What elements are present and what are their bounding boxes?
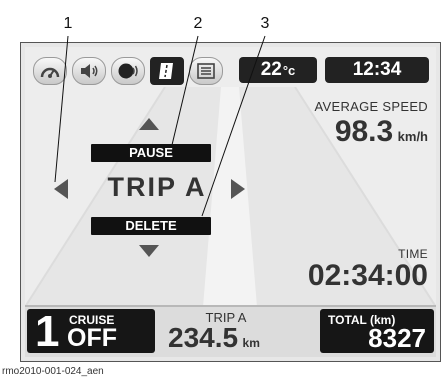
pause-button[interactable]: PAUSE [91,144,211,162]
gear-indicator: 1 [35,307,60,356]
average-speed-unit: km/h [397,129,428,144]
display-screen: 22 °c 12:34 AVERAGE SPEED 98.3 km/h PAUSE… [25,47,436,357]
clock-value: 12:34 [352,59,402,80]
callout-2: 2 [193,15,203,32]
figure-caption: rmo2010-001-024_aen [2,366,104,377]
speedometer-icon[interactable] [33,57,67,85]
speaker-icon[interactable] [72,57,106,85]
temperature-display: 22 °c [239,57,317,83]
bottom-bar: 1 CRUISE OFF TRIP A 234.5 km TOTAL (km) … [25,305,436,357]
headset-icon[interactable] [111,57,145,85]
average-speed-readout: 98.3 km/h [335,115,428,149]
chevron-down-icon[interactable] [138,244,160,258]
callout-3: 3 [260,15,270,32]
total-value: 8327 [368,323,426,353]
total-panel: TOTAL (km) 8327 [320,309,434,353]
trip-bottom-unit: km [242,336,260,350]
trip-bottom-value: 234.5 [168,322,239,353]
dashboard-display: 22 °c 12:34 AVERAGE SPEED 98.3 km/h PAUSE… [20,42,441,362]
clock: 12:34 [325,57,429,83]
trip-bottom-readout: 234.5 km [168,322,260,354]
cruise-state: OFF [67,324,117,352]
chevron-right-icon[interactable] [230,178,246,200]
chevron-up-icon[interactable] [138,117,160,131]
temperature-value: 22 [260,59,282,80]
temperature-unit: °c [282,62,296,78]
trip-icon[interactable] [150,57,184,85]
callout-1: 1 [63,15,73,32]
delete-button[interactable]: DELETE [91,217,211,235]
time-value: 02:34:00 [307,259,428,292]
average-speed-label: AVERAGE SPEED [314,99,428,114]
list-icon[interactable] [189,57,223,85]
chevron-left-icon[interactable] [53,178,69,200]
cruise-panel: 1 CRUISE OFF [27,307,155,356]
trip-title: TRIP A [107,172,207,202]
average-speed-value: 98.3 [334,115,394,148]
